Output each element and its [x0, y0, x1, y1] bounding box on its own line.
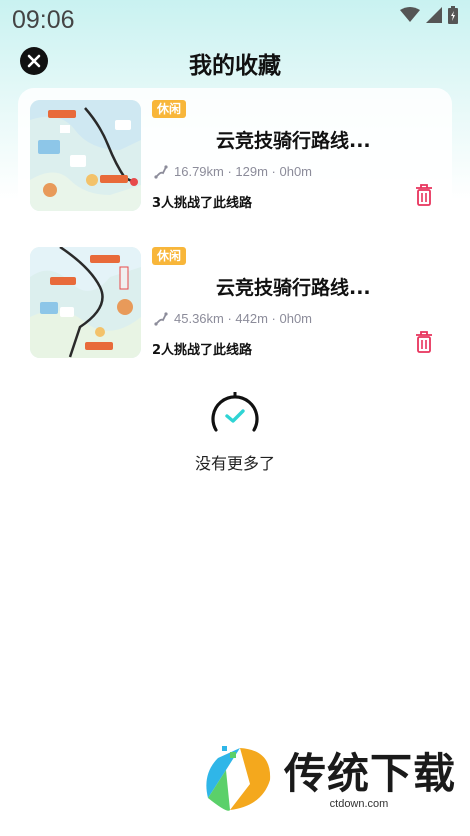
route-title: 云竞技骑行路线...: [216, 130, 371, 152]
route-map-thumbnail[interactable]: [30, 247, 141, 358]
signal-icon: [426, 7, 442, 23]
page-title: 我的收藏: [189, 53, 281, 79]
watermark-url: ctdown.com: [325, 798, 393, 810]
checkmark-gauge-icon: [211, 392, 259, 432]
route-card[interactable]: 休闲 云竞技骑行路线... 45.36km · 442m · 0h0m 2人挑战…: [30, 247, 450, 359]
status-time: 09:06: [12, 6, 75, 34]
wifi-icon: [400, 7, 420, 22]
challenge-count: 2人挑战了此线路: [152, 343, 253, 358]
route-icon: [154, 164, 168, 179]
route-stats-text: 16.79km · 129m · 0h0m: [174, 164, 313, 179]
delete-button[interactable]: [415, 331, 433, 353]
list-end-indicator: 没有更多了: [0, 390, 470, 480]
trash-icon: [416, 184, 432, 206]
challenge-count: 3人挑战了此线路: [152, 196, 253, 211]
route-stats-text: 45.36km · 442m · 0h0m: [174, 311, 313, 326]
no-more-text: 没有更多了: [194, 454, 275, 473]
route-stats: 45.36km · 442m · 0h0m: [154, 311, 312, 326]
watermark-brand: 传统下载: [284, 749, 457, 798]
route-card[interactable]: 休闲 云竞技骑行路线... 16.79km · 129m · 0h0m 3人挑战…: [30, 100, 450, 212]
watermark-url-wrap: ctdown.com: [284, 798, 434, 810]
watermark: 传统下载 ctdown.com: [200, 738, 455, 818]
category-tag: 休闲: [152, 100, 187, 118]
status-icons: [400, 6, 458, 24]
brand-logo-icon: [206, 746, 271, 811]
route-stats: 16.79km · 129m · 0h0m: [154, 164, 312, 179]
category-tag: 休闲: [152, 247, 187, 265]
route-title: 云竞技骑行路线...: [216, 277, 371, 299]
status-bar: 09:06: [0, 0, 470, 40]
route-icon: [154, 311, 168, 326]
battery-icon: [448, 6, 458, 24]
route-map-thumbnail[interactable]: [30, 100, 141, 211]
delete-button[interactable]: [415, 184, 433, 206]
header: 我的收藏: [0, 40, 470, 84]
trash-icon: [416, 331, 432, 353]
